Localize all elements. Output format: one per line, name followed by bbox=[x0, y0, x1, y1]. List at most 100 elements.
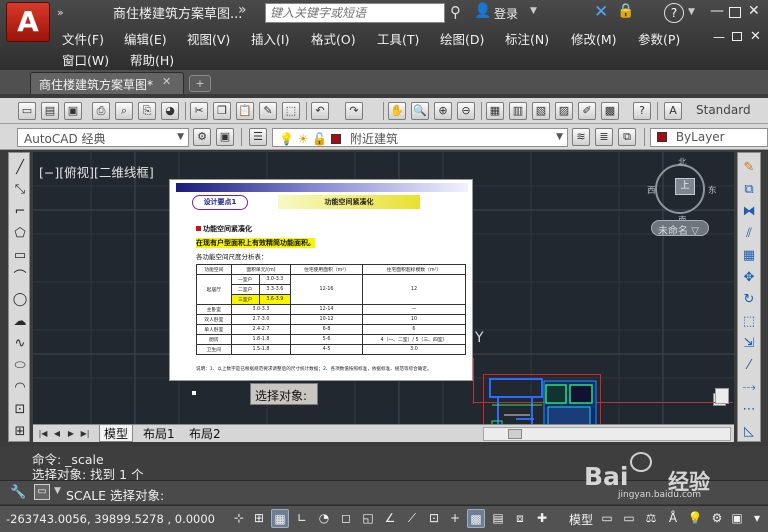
pan-hand-icon[interactable]: ✋ bbox=[388, 102, 406, 120]
offset-icon[interactable]: ⫽ bbox=[740, 225, 758, 243]
close-icon[interactable]: ✕ bbox=[162, 75, 171, 88]
drawing-canvas[interactable]: [−][俯视][二维线框] 设计要点1 功能空间紧凑化 功能空间紧凑化 在现有户… bbox=[33, 152, 734, 440]
redo-icon[interactable]: ↷ bbox=[345, 102, 363, 120]
sun-icon[interactable]: ☀ bbox=[298, 132, 309, 146]
undo-icon[interactable]: ↶ bbox=[311, 102, 329, 120]
ucs-menu[interactable]: 未命名 ▽ bbox=[651, 220, 709, 237]
clean-screen-icon[interactable]: ▣ bbox=[728, 509, 746, 528]
login-button[interactable]: 登录 bbox=[494, 5, 518, 22]
chevron-down-icon[interactable]: ▼ bbox=[177, 132, 184, 142]
window-close-button[interactable]: ✕ bbox=[748, 3, 760, 19]
scale-icon[interactable]: ⬚ bbox=[740, 313, 758, 331]
circle-icon[interactable]: ◯ bbox=[11, 291, 29, 309]
copy-object-icon[interactable]: ⧉ bbox=[740, 181, 758, 199]
ellipse-icon[interactable]: ⬭ bbox=[11, 357, 29, 375]
object-snap-icon[interactable]: ◻ bbox=[337, 509, 355, 528]
chevron-down-icon[interactable]: ▼ bbox=[530, 6, 537, 16]
quick-view-layouts-icon[interactable]: ▭ bbox=[598, 509, 616, 528]
layer-state-icon[interactable]: ⧉ bbox=[618, 128, 636, 146]
construction-line-icon[interactable]: ⤡ bbox=[11, 181, 29, 199]
lock-open-icon[interactable]: 🔓 bbox=[312, 132, 327, 146]
command-line[interactable]: 🔧 ▭ ▼ SCALE 选择对象: bbox=[0, 480, 768, 504]
rectangle-icon[interactable]: ▭ bbox=[11, 247, 29, 265]
save-icon[interactable]: ▣ bbox=[64, 102, 82, 120]
binoculars-icon[interactable]: ⚲ bbox=[450, 3, 468, 21]
tab-layout2[interactable]: 布局2 bbox=[185, 425, 225, 442]
command-prompt[interactable]: SCALE 选择对象: bbox=[66, 485, 164, 504]
menu-view[interactable]: 视图(V) bbox=[187, 29, 230, 48]
previous-layout-icon[interactable]: ◀ bbox=[51, 427, 63, 440]
workspace-switch-icon[interactable]: ⚙ bbox=[708, 509, 726, 528]
user-icon[interactable]: 👤 bbox=[474, 3, 491, 21]
dynamic-ucs-icon[interactable]: ⟋ bbox=[403, 509, 421, 528]
design-center-icon[interactable]: ▥ bbox=[509, 102, 527, 120]
break-icon[interactable]: ⋯ bbox=[740, 401, 758, 419]
compass-north[interactable]: 北 bbox=[678, 156, 687, 168]
layer-properties-icon[interactable]: ☰ bbox=[249, 128, 267, 146]
tab-drawing[interactable]: 商住楼建筑方案草图* bbox=[30, 72, 184, 94]
extend-icon[interactable]: ⤏ bbox=[740, 379, 758, 397]
print-icon[interactable]: ⎙ bbox=[92, 102, 110, 120]
recent-commands-icon[interactable]: ▭ bbox=[34, 484, 50, 500]
color-select[interactable]: ByLayer bbox=[650, 128, 768, 147]
autodesk-360-icon[interactable]: 🔒 bbox=[617, 3, 634, 19]
new-file-icon[interactable]: ▭ bbox=[18, 102, 36, 120]
move-icon[interactable]: ✥ bbox=[740, 269, 758, 287]
window-minimize-button[interactable]: — bbox=[710, 3, 724, 19]
compass-west[interactable]: 西 bbox=[647, 184, 656, 196]
chevron-down-icon[interactable]: ▼ bbox=[688, 7, 695, 17]
wrench-icon[interactable]: 🔧 bbox=[10, 485, 26, 500]
drawing-restore-button[interactable] bbox=[732, 32, 742, 41]
pasted-document-image[interactable]: 设计要点1 功能空间紧凑化 功能空间紧凑化 在现有户型面积上有效精简功能面积。 … bbox=[169, 179, 473, 381]
make-current-layer-icon[interactable]: ≋ bbox=[572, 128, 590, 146]
selection-cycling-icon[interactable]: ⧈ bbox=[511, 509, 529, 528]
polyline-icon[interactable]: ⌐ bbox=[11, 203, 29, 221]
line-icon[interactable]: ╱ bbox=[11, 159, 29, 177]
layer-previous-icon[interactable]: ≣ bbox=[595, 128, 613, 146]
3d-object-snap-icon[interactable]: ◱ bbox=[359, 509, 377, 528]
ortho-mode-icon[interactable]: ∟ bbox=[293, 509, 311, 528]
array-icon[interactable]: ▦ bbox=[740, 247, 758, 265]
workspace-select[interactable]: AutoCAD 经典 ▼ bbox=[17, 128, 189, 147]
match-properties-icon[interactable]: ✎ bbox=[259, 102, 277, 120]
scrollbar-thumb[interactable] bbox=[508, 429, 522, 439]
grid-display-icon[interactable]: ▦ bbox=[271, 509, 289, 528]
menu-file[interactable]: 文件(F) bbox=[62, 29, 104, 48]
tab-model[interactable]: 模型 bbox=[99, 425, 134, 442]
text-style-icon[interactable]: A bbox=[664, 102, 682, 120]
mirror-icon[interactable]: ⧓ bbox=[740, 203, 758, 221]
markup-icon[interactable]: ✐ bbox=[578, 102, 596, 120]
lightbulb-icon[interactable]: 💡 bbox=[279, 132, 294, 146]
annotation-visibility-icon[interactable]: Å bbox=[664, 509, 682, 528]
horizontal-scrollbar[interactable] bbox=[483, 427, 731, 441]
gear-icon[interactable]: ⚙ bbox=[193, 128, 211, 146]
quick-view-drawings-icon[interactable]: ▭ bbox=[620, 509, 638, 528]
viewcube-top-face[interactable]: 上 bbox=[675, 178, 695, 195]
chevron-down-icon[interactable]: ▼ bbox=[54, 486, 61, 496]
insert-block-icon[interactable]: ⊡ bbox=[11, 401, 29, 419]
menu-dimension[interactable]: 标注(N) bbox=[505, 29, 549, 48]
annotation-scale-icon[interactable]: ⚖ bbox=[642, 509, 660, 528]
block-editor-icon[interactable]: ⬚ bbox=[282, 102, 300, 120]
chamfer-icon[interactable]: ◺ bbox=[740, 423, 758, 441]
stretch-icon[interactable]: ⇲ bbox=[740, 335, 758, 353]
erase-icon[interactable]: ✎ bbox=[740, 159, 758, 177]
menu-tools[interactable]: 工具(T) bbox=[377, 29, 419, 48]
publish-icon[interactable]: ⎘ bbox=[138, 102, 156, 120]
model-space-button[interactable]: 模型 bbox=[569, 511, 593, 528]
menu-help[interactable]: 帮助(H) bbox=[130, 50, 174, 69]
menu-format[interactable]: 格式(O) bbox=[311, 29, 356, 48]
vertical-scrollbar[interactable] bbox=[715, 388, 729, 404]
object-snap-tracking-icon[interactable]: ∠ bbox=[381, 509, 399, 528]
trim-icon[interactable]: ⁄ bbox=[740, 357, 758, 375]
print-preview-icon[interactable]: ⌕ bbox=[115, 102, 133, 120]
infer-constraints-icon[interactable]: ⊹ bbox=[230, 509, 248, 528]
next-layout-icon[interactable]: ▶ bbox=[65, 427, 77, 440]
text-style-select[interactable]: Standard bbox=[690, 102, 768, 121]
properties-icon[interactable]: ▦ bbox=[486, 102, 504, 120]
chevron-down-icon[interactable]: ▼ bbox=[556, 132, 563, 142]
dynamic-input-icon[interactable]: ⊡ bbox=[425, 509, 443, 528]
make-block-icon[interactable]: ⊞ bbox=[11, 423, 29, 441]
menu-window[interactable]: 窗口(W) bbox=[62, 50, 109, 69]
menu-insert[interactable]: 插入(I) bbox=[251, 29, 289, 48]
